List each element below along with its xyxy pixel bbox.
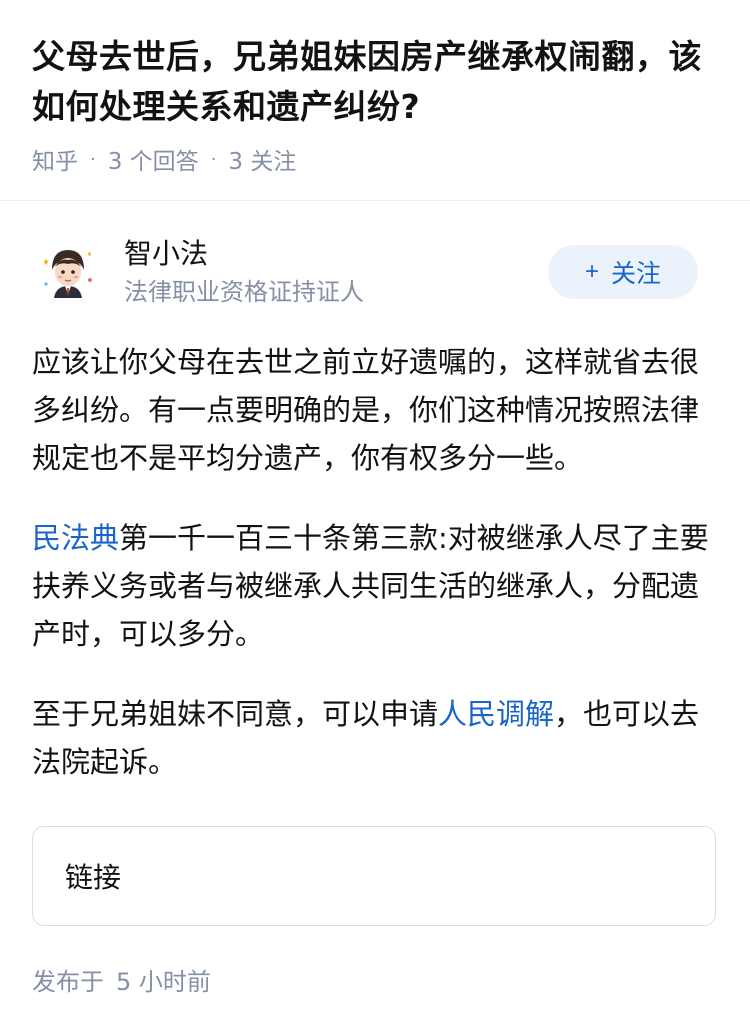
question-meta: 知乎 · 3 个回答 · 3 关注	[32, 142, 718, 176]
avatar-cartoon-icon	[38, 242, 98, 302]
author-bar: 智小法 法律职业资格证持证人 + 关注	[32, 232, 698, 312]
link-card[interactable]: 链接	[32, 826, 716, 926]
answer-paragraph: 至于兄弟姐妹不同意，可以申请人民调解，也可以去法院起诉。	[32, 690, 710, 786]
source-label[interactable]: 知乎	[32, 142, 78, 176]
mediation-link[interactable]: 人民调解	[438, 697, 554, 731]
question-title[interactable]: 父母去世后，兄弟姐妹因房产继承权闹翻，该如何处理关系和遗产纠纷?	[32, 32, 718, 132]
meta-separator: ·	[90, 148, 96, 170]
answer-paragraph: 应该让你父母在去世之前立好遗嘱的，这样就省去很多纠纷。有一点要明确的是，你们这种…	[32, 345, 700, 475]
avatar[interactable]	[32, 236, 104, 308]
section-divider	[0, 200, 750, 201]
civil-code-link[interactable]: 民法典	[32, 521, 119, 555]
answer-paragraph-text: 第一千一百三十条第三款:对被继承人尽了主要扶养义务或者与被继承人共同生活的继承人…	[32, 521, 709, 651]
publish-time-value: 5 小时前	[116, 968, 211, 996]
follow-button[interactable]: + 关注	[548, 245, 698, 299]
author-info: 智小法 法律职业资格证持证人	[124, 235, 548, 309]
publish-time: 发布于 5 小时前	[32, 962, 211, 997]
question-header: 父母去世后，兄弟姐妹因房产继承权闹翻，该如何处理关系和遗产纠纷? 知乎 · 3 …	[0, 0, 750, 176]
answer-count[interactable]: 3 个回答	[108, 142, 199, 176]
answer-paragraph-text: 至于兄弟姐妹不同意，可以申请	[32, 697, 439, 731]
follow-button-label: 关注	[611, 260, 662, 288]
plus-icon: +	[584, 258, 599, 285]
answer-paragraph: 民法典第一千一百三十条第三款:对被继承人尽了主要扶养义务或者与被继承人共同生活的…	[32, 514, 710, 658]
follower-count[interactable]: 3 关注	[228, 142, 296, 176]
link-card-label: 链接	[65, 861, 122, 894]
author-description: 法律职业资格证持证人	[124, 278, 364, 306]
meta-separator: ·	[210, 148, 217, 170]
author-name[interactable]: 智小法	[124, 235, 548, 273]
publish-prefix: 发布于	[32, 968, 104, 996]
answer-content: 应该让你父母在去世之前立好遗嘱的，这样就省去很多纠纷。有一点要明确的是，你们这种…	[32, 338, 710, 818]
